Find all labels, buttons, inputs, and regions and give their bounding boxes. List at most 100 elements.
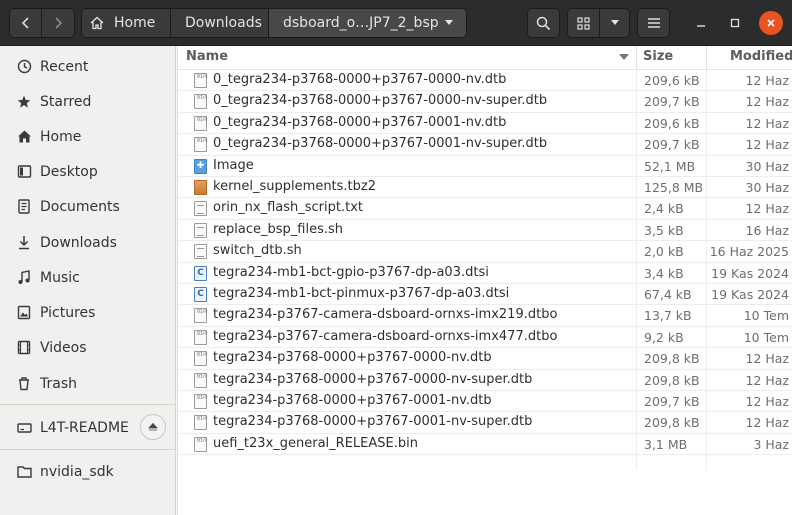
file-row[interactable]: tegra234-mb1-bct-gpio-p3767-dp-a03.dtsi 3… — [178, 263, 792, 284]
caret-down-icon — [445, 20, 453, 25]
search-button[interactable] — [527, 8, 560, 38]
sidebar-item-trash[interactable]: Trash — [0, 366, 175, 401]
sidebar-item-recent[interactable]: Recent — [0, 49, 175, 84]
picture-icon — [16, 305, 32, 321]
file-modified: 16 Haz 2025 — [709, 244, 789, 260]
file-modified: 30 Haz — [745, 180, 790, 195]
document-icon — [16, 199, 32, 215]
file-name: tegra234-p3768-0000+p3767-0000-nv-super.… — [213, 371, 533, 387]
sidebar-item-label: Recent — [40, 58, 89, 75]
search-icon — [536, 16, 551, 30]
sidebar-item-label: Music — [40, 269, 80, 286]
file-row[interactable]: 0_tegra234-p3768-0000+p3767-0001-nv-supe… — [178, 134, 792, 156]
file-row[interactable]: 0_tegra234-p3768-0000+p3767-0000-nv.dtb 2… — [178, 70, 792, 92]
back-button[interactable] — [9, 8, 42, 38]
sidebar-item-home[interactable]: Home — [0, 119, 175, 154]
column-size-header[interactable]: Size — [643, 46, 673, 70]
view-options-button[interactable] — [600, 8, 630, 38]
file-name: 0_tegra234-p3768-0000+p3767-0001-nv-supe… — [213, 136, 548, 152]
breadcrumb-current-folder[interactable]: dsboard_o…JP7_2_bsp — [269, 8, 467, 38]
sidebar-item-desktop[interactable]: Desktop — [0, 154, 175, 189]
file-size: 13,7 kB — [644, 308, 692, 324]
breadcrumb-home-label: Home — [114, 15, 156, 31]
binary-file-icon — [194, 372, 207, 388]
archive-file-icon — [194, 180, 207, 195]
sidebar-item-downloads[interactable]: Downloads — [0, 225, 175, 260]
file-name: 0_tegra234-p3768-0000+p3767-0000-nv-supe… — [213, 93, 548, 109]
file-row[interactable]: orin_nx_flash_script.txt 2,4 kB 12 Haz — [178, 198, 792, 220]
minimize-button[interactable] — [688, 10, 714, 36]
eject-button[interactable] — [140, 414, 166, 440]
breadcrumb-home[interactable]: Home — [81, 8, 171, 38]
file-name: Image — [213, 157, 254, 173]
close-window-button[interactable] — [759, 11, 783, 35]
file-modified: 19 Kas 2024 — [711, 265, 789, 281]
file-modified: 19 Kas 2024 — [711, 287, 789, 302]
file-modified: 16 Haz — [745, 222, 790, 238]
file-modified: 12 Haz — [745, 137, 790, 153]
file-row[interactable]: replace_bsp_files.sh 3,5 kB 16 Haz — [178, 220, 792, 242]
column-divider — [706, 46, 707, 70]
column-name-header[interactable]: Name — [186, 46, 228, 70]
view-toggle-button[interactable] — [567, 8, 600, 38]
file-row[interactable]: Image 52,1 MB 30 Haz — [178, 156, 792, 177]
file-row[interactable]: tegra234-p3767-camera-dsboard-ornxs-imx4… — [178, 327, 792, 349]
sidebar-item-music[interactable]: Music — [0, 260, 175, 295]
file-row[interactable]: 0_tegra234-p3768-0000+p3767-0001-nv.dtb 2… — [178, 113, 792, 135]
file-size: 125,8 MB — [644, 180, 704, 195]
home-icon — [90, 16, 104, 30]
file-row[interactable]: uefi_t23x_general_RELEASE.bin 3,1 MB 3 Haz — [178, 434, 792, 456]
file-name: tegra234-mb1-bct-pinmux-p3767-dp-a03.dts… — [213, 286, 510, 301]
column-modified-header[interactable]: Modified — [730, 46, 792, 70]
file-name: uefi_t23x_general_RELEASE.bin — [213, 435, 418, 451]
file-row[interactable]: switch_dtb.sh 2,0 kB 16 Haz 2025 — [178, 241, 792, 263]
file-row[interactable]: tegra234-p3768-0000+p3767-0001-nv-super.… — [178, 412, 792, 434]
file-name: tegra234-p3768-0000+p3767-0000-nv.dtb — [213, 350, 492, 366]
file-size: 2,4 kB — [644, 201, 684, 217]
file-row[interactable]: tegra234-p3768-0000+p3767-0001-nv.dtb 209… — [178, 391, 792, 413]
file-row[interactable]: tegra234-p3767-camera-dsboard-ornxs-imx2… — [178, 305, 792, 327]
file-modified: 12 Haz — [745, 351, 790, 367]
sidebar-item-documents[interactable]: Documents — [0, 189, 175, 224]
file-size: 209,6 kB — [644, 73, 700, 88]
sidebar-item-videos[interactable]: Videos — [0, 330, 175, 365]
file-name: tegra234-mb1-bct-gpio-p3767-dp-a03.dtsi — [213, 264, 489, 280]
sidebar-item-label: Trash — [40, 375, 77, 392]
file-row[interactable]: kernel_supplements.tbz2 125,8 MB 30 Haz — [178, 177, 792, 199]
file-size: 209,7 kB — [644, 137, 700, 153]
file-size: 209,8 kB — [644, 351, 700, 367]
forward-button[interactable] — [42, 8, 75, 38]
sidebar-item-nvidia-sdk[interactable]: nvidia_sdk — [0, 454, 175, 489]
sidebar-separator — [0, 404, 175, 405]
maximize-button[interactable] — [722, 10, 748, 36]
close-icon — [767, 19, 775, 27]
sidebar-item-pictures[interactable]: Pictures — [0, 295, 175, 330]
file-name: tegra234-p3767-camera-dsboard-ornxs-imx4… — [213, 328, 558, 344]
download-icon — [16, 235, 32, 251]
binary-file-icon — [194, 308, 207, 324]
file-name: 0_tegra234-p3768-0000+p3767-0000-nv.dtb — [213, 72, 507, 87]
breadcrumb-downloads-label: Downloads — [185, 15, 262, 31]
text-file-icon — [194, 201, 207, 217]
sidebar-item-starred[interactable]: Starred — [0, 84, 175, 119]
file-modified: 10 Tem — [743, 329, 789, 345]
breadcrumb-current-label: dsboard_o…JP7_2_bsp — [283, 15, 439, 31]
file-row[interactable]: tegra234-mb1-bct-pinmux-p3767-dp-a03.dts… — [178, 284, 792, 306]
main-menu-button[interactable] — [637, 8, 670, 38]
file-size: 209,7 kB — [644, 394, 700, 409]
c-source-file-icon — [194, 287, 207, 302]
breadcrumb-downloads[interactable]: Downloads — [171, 8, 269, 38]
file-row[interactable]: tegra234-p3768-0000+p3767-0000-nv-super.… — [178, 370, 792, 391]
binary-file-icon — [194, 137, 207, 153]
text-file-icon — [194, 244, 207, 260]
binary-file-icon — [194, 394, 207, 409]
file-modified: 12 Haz — [745, 115, 790, 131]
drive-icon — [16, 420, 32, 436]
file-row[interactable]: tegra234-p3768-0000+p3767-0000-nv.dtb 209… — [178, 348, 792, 370]
sidebar-item-label: nvidia_sdk — [40, 463, 114, 480]
file-row[interactable]: 0_tegra234-p3768-0000+p3767-0000-nv-supe… — [178, 91, 792, 113]
file-size: 52,1 MB — [644, 158, 696, 174]
file-name: switch_dtb.sh — [213, 243, 302, 259]
caret-down-icon — [610, 20, 619, 25]
clock-icon — [16, 59, 32, 75]
